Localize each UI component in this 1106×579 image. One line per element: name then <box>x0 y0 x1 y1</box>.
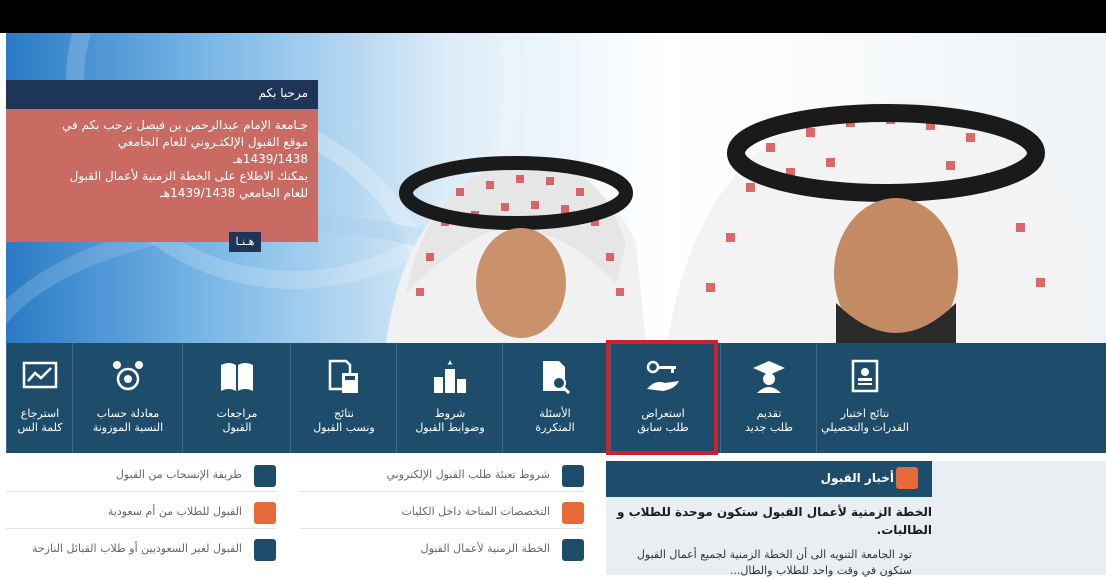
link-available-majors[interactable]: التخصصات المتاحة داخل الكليات <box>300 500 584 526</box>
student-photo-right <box>667 100 1096 343</box>
welcome-box: مرحبا بكم جـامعة الإمام عبدالرحمن بن فيص… <box>6 80 318 264</box>
nav-label-2: طلب جديد <box>744 421 794 434</box>
link-application-terms[interactable]: شروط تعبئة طلب القبول الإلكتروني <box>300 463 584 489</box>
welcome-line: جـامعة الإمام عبدالرحمن بن فيصل ترحب بكم… <box>62 118 308 132</box>
graduate-icon <box>753 361 785 393</box>
divider <box>300 491 584 492</box>
nav-weighted-ratio[interactable]: معادلة حساب النسبة الموزونة <box>72 343 183 453</box>
divider <box>300 528 584 529</box>
calculator-doc-icon <box>328 359 358 393</box>
news-header-label: أخبار القبول <box>820 471 894 485</box>
person-icon <box>254 502 276 524</box>
nav-label-1: الأسئلة <box>539 407 571 420</box>
newspaper-icon <box>896 467 918 489</box>
nav-admission-results[interactable]: نتائج ونسب القبول <box>290 343 397 453</box>
highlight-box <box>606 340 718 455</box>
nav-admission-rules[interactable]: شروط وضوابط القبول <box>396 343 503 453</box>
open-book-icon <box>562 539 584 561</box>
nav-label-2: القبول <box>222 421 252 434</box>
welcome-line: موقع القبول الإلكتـروني للعام الجامعي <box>117 135 308 149</box>
nav-password-recovery[interactable]: استرجاع كلمة الس <box>6 343 73 453</box>
nav-label-2: النسبة الموزونة <box>92 421 164 434</box>
news-text: تود الجامعة التنويه الى أن الخطة الزمنية… <box>636 548 912 577</box>
nav-admission-reviews[interactable]: مراجعات القبول <box>182 343 291 453</box>
document-search-icon <box>543 361 571 395</box>
exit-doc-icon <box>562 502 584 524</box>
link-timeline[interactable]: الخطة الزمنية لأعمال القبول <box>300 537 584 563</box>
nav-label-1: شروط <box>434 407 466 420</box>
welcome-line: 1439/1438هـ <box>233 152 308 166</box>
nav-label-2: كلمة الس <box>17 421 63 434</box>
link-text: الخطة الزمنية لأعمال القبول <box>420 542 550 555</box>
certificate-icon <box>851 359 879 393</box>
divider <box>6 528 276 529</box>
nav-label-1: مراجعات <box>216 407 258 420</box>
briefcase-icon <box>254 465 276 487</box>
link-non-saudi[interactable]: القبول لغير السعوديين أو طلاب القبائل ال… <box>6 537 276 563</box>
student-photo-left <box>386 156 646 343</box>
chart-monitor-icon <box>22 361 58 389</box>
nav-label-1: استرجاع <box>20 407 60 420</box>
nav-label-1: نتائج <box>334 407 354 420</box>
welcome-body: جـامعة الإمام عبدالرحمن بن فيصل ترحب بكم… <box>6 109 318 242</box>
welcome-line: للعام الجامعي 1439/1438هـ <box>160 186 308 200</box>
welcome-line: يمكنك الاطلاع على الخطة الزمنية لأعمال ا… <box>69 169 308 183</box>
ranking-icon <box>434 360 466 393</box>
welcome-title: مرحبا بكم <box>6 80 318 109</box>
link-saudi-mother[interactable]: القبول للطلاب من أم سعودية <box>6 500 276 526</box>
link-text: طريقة الإنسحاب من القبول <box>115 468 242 481</box>
news-title[interactable]: الخطة الزمنية لأعمال القبول ستكون موحدة … <box>612 503 932 539</box>
nav-label-1: تقديم <box>756 407 782 420</box>
link-text: التخصصات المتاحة داخل الكليات <box>401 505 550 518</box>
divider <box>6 491 276 492</box>
nav-label-1: نتائج اختبار <box>840 407 890 420</box>
link-withdrawal[interactable]: طريقة الإنسحاب من القبول <box>6 463 276 489</box>
book-icon <box>221 363 253 391</box>
nav-new-application[interactable]: تقديم طلب جديد <box>720 343 817 453</box>
flag-icon <box>254 539 276 561</box>
people-target-icon <box>113 361 143 391</box>
nav-label-2: القدرات والتحصيلي <box>821 421 909 434</box>
document-icon <box>562 465 584 487</box>
link-text: شروط تعبئة طلب القبول الإلكتروني <box>386 468 550 481</box>
nav-label-2: وضوابط القبول <box>415 421 485 434</box>
nav-faq[interactable]: الأسئلة المتكررة <box>502 343 607 453</box>
here-button[interactable]: هـنـا <box>229 232 261 252</box>
nav-ability-results[interactable]: نتائج اختبار القدرات والتحصيلي <box>816 343 913 453</box>
link-text: القبول للطلاب من أم سعودية <box>107 505 242 518</box>
nav-label-2: ونسب القبول <box>313 421 375 434</box>
news-header: أخبار القبول <box>606 461 932 497</box>
nav-label-2: المتكررة <box>535 421 575 434</box>
admission-news-panel: أخبار القبول الخطة الزمنية لأعمال القبول… <box>606 461 1106 577</box>
nav-label-1: معادلة حساب <box>96 407 160 420</box>
top-black-bar <box>0 0 1106 33</box>
link-text: القبول لغير السعوديين أو طلاب القبائل ال… <box>31 542 242 555</box>
